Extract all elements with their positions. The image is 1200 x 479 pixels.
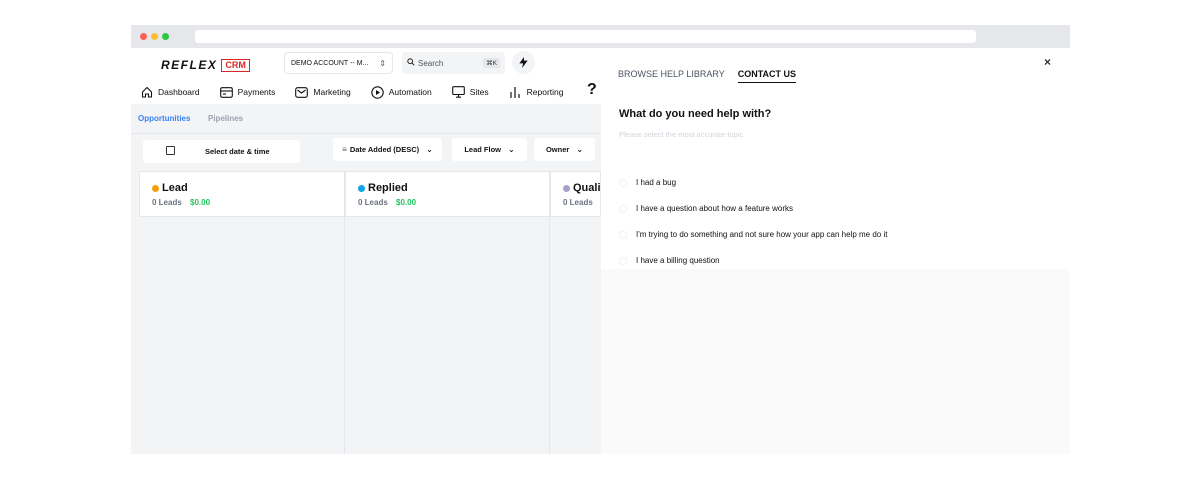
search-placeholder: Search	[418, 58, 444, 68]
logo[interactable]: REFLEX CRM	[161, 58, 250, 72]
nav-label: Dashboard	[158, 87, 200, 97]
tab-contact-us[interactable]: CONTACT US	[737, 69, 797, 83]
sort-icon: ≡	[342, 145, 347, 154]
quick-actions-button[interactable]	[512, 51, 535, 74]
stage-meta: 0 Leads $0.00	[358, 198, 416, 207]
help-panel-footer-area	[601, 269, 1070, 454]
stage-meta: 0 Leads $0.00	[152, 198, 210, 207]
logo-text: REFLEX	[161, 58, 218, 72]
date-picker-button[interactable]: Select date & time	[143, 140, 300, 163]
close-window-dot[interactable]	[140, 33, 147, 40]
minimize-window-dot[interactable]	[151, 33, 158, 40]
stage-title: Lead	[162, 182, 188, 194]
sub-tabs: Opportunities Pipelines	[131, 109, 601, 134]
nav-label: Automation	[388, 87, 432, 97]
help-icon[interactable]: ?	[587, 81, 597, 99]
topic-option-label: I have a billing question	[636, 256, 720, 265]
nav-payments[interactable]: Payments	[219, 86, 276, 99]
stage-color-dot	[152, 184, 159, 192]
stage-color-dot	[563, 184, 570, 192]
url-bar[interactable]	[195, 30, 976, 43]
account-label: DEMO ACCOUNT -- M...	[291, 59, 369, 67]
topic-option-label: I had a bug	[636, 178, 677, 187]
stage-column-replied[interactable]	[345, 217, 550, 454]
nav-label: Reporting	[526, 87, 564, 97]
stage-color-dot	[358, 184, 365, 192]
logo-badge: CRM	[221, 58, 250, 72]
app-header: REFLEX CRM DEMO ACCOUNT -- M... ⇕ Search…	[131, 48, 601, 104]
stage-meta: 0 Leads	[563, 198, 593, 207]
radio-button[interactable]	[619, 256, 627, 265]
radio-button[interactable]	[619, 204, 627, 213]
stage-header-qualified[interactable]: Qualified 0 Leads	[550, 171, 601, 217]
stage-name: Qualified	[563, 182, 601, 194]
stage-column-lead[interactable]	[139, 217, 345, 454]
maximize-window-dot[interactable]	[162, 33, 169, 40]
search-shortcut: ⌘K	[483, 58, 500, 68]
chevron-down-icon: ⌄	[426, 145, 433, 154]
calendar-icon	[166, 146, 175, 155]
search-input[interactable]: Search ⌘K	[402, 52, 505, 74]
lead-flow-label: Lead Flow	[464, 145, 501, 154]
nav-dashboard[interactable]: Dashboard	[140, 86, 200, 99]
nav-label: Payments	[237, 87, 276, 97]
account-select[interactable]: DEMO ACCOUNT -- M... ⇕	[284, 52, 393, 74]
stage-lead-count: 0 Leads	[358, 198, 388, 207]
nav-label: Marketing	[313, 87, 351, 97]
stage-name: Replied	[358, 182, 408, 194]
search-icon	[407, 58, 415, 68]
stage-amount: $0.00	[190, 198, 211, 207]
topic-option[interactable]: I have a question about how a feature wo…	[619, 204, 793, 213]
stage-lead-count: 0 Leads	[152, 198, 182, 207]
owner-dropdown[interactable]: Owner ⌄	[534, 138, 595, 161]
date-picker-label: Select date & time	[205, 147, 270, 156]
browser-window: REFLEX CRM DEMO ACCOUNT -- M... ⇕ Search…	[131, 25, 1070, 454]
stage-title: Qualified	[573, 182, 601, 194]
nav-marketing[interactable]: Marketing	[295, 86, 351, 99]
help-question: What do you need help with?	[619, 108, 772, 120]
stage-header-replied[interactable]: Replied 0 Leads $0.00	[345, 171, 550, 217]
stage-title: Replied	[368, 182, 408, 194]
play-icon	[370, 85, 384, 99]
bolt-icon	[519, 57, 528, 68]
topic-option-label: I have a question about how a feature wo…	[636, 204, 793, 213]
stage-name: Lead	[152, 182, 188, 194]
home-icon	[140, 86, 153, 99]
title-bar	[131, 25, 1070, 48]
topic-option[interactable]: I'm trying to do something and not sure …	[619, 230, 887, 239]
owner-label: Owner	[545, 145, 570, 154]
updown-chevron-icon: ⇕	[379, 58, 386, 68]
close-icon[interactable]: ×	[1044, 55, 1051, 69]
nav-sites[interactable]: Sites	[451, 86, 489, 99]
stage-lead-count: 0 Leads	[563, 198, 593, 207]
main-nav: Dashboard Payments Marketing Automation	[131, 81, 573, 103]
radio-button[interactable]	[619, 230, 627, 239]
lead-flow-dropdown[interactable]: Lead Flow ⌄	[452, 138, 527, 161]
tab-pipelines[interactable]: Pipelines	[208, 114, 243, 123]
nav-label: Sites	[469, 87, 489, 97]
nav-automation[interactable]: Automation	[370, 85, 432, 99]
stage-amount: $0.00	[396, 198, 417, 207]
sort-label: Date Added (DESC)	[349, 145, 420, 154]
help-tabs: BROWSE HELP LIBRARY CONTACT US	[618, 69, 809, 83]
nav-reporting[interactable]: Reporting	[509, 86, 564, 99]
bar-chart-icon	[509, 86, 522, 99]
help-subtitle: Please select the most accurate topic	[619, 130, 744, 139]
tab-browse-help-library[interactable]: BROWSE HELP LIBRARY	[618, 69, 725, 83]
topic-option[interactable]: I have a billing question	[619, 256, 720, 265]
tab-opportunities[interactable]: Opportunities	[138, 114, 190, 123]
sort-dropdown[interactable]: ≡ Date Added (DESC) ⌄	[333, 138, 442, 161]
help-panel: BROWSE HELP LIBRARY CONTACT US × What do…	[601, 48, 1070, 269]
mail-icon	[295, 86, 309, 99]
chevron-down-icon: ⌄	[576, 145, 584, 154]
topic-option-label: I'm trying to do something and not sure …	[636, 230, 888, 239]
monitor-icon	[451, 86, 465, 99]
pipeline-board: Lead 0 Leads $0.00 Replied 0 Leads $0.00…	[139, 171, 601, 454]
card-icon	[219, 86, 233, 99]
topic-option[interactable]: I had a bug	[619, 178, 676, 187]
radio-button[interactable]	[619, 178, 627, 187]
stage-header-lead[interactable]: Lead 0 Leads $0.00	[139, 171, 345, 217]
chevron-down-icon: ⌄	[507, 145, 515, 154]
